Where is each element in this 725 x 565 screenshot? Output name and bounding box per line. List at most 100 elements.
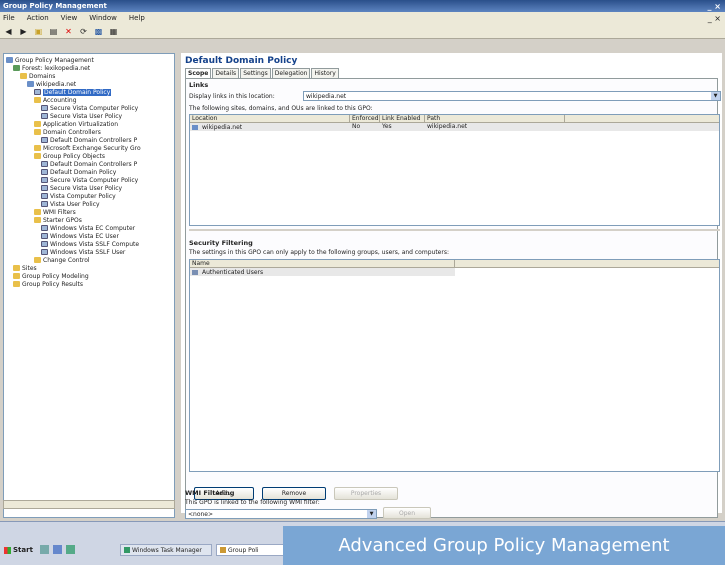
col-location[interactable]: Location	[190, 115, 350, 122]
tree-item[interactable]: Default Domain Controllers P	[4, 136, 174, 144]
tree-horizontal-scrollbar[interactable]	[3, 500, 175, 509]
tree-item[interactable]: Default Domain Controllers P	[4, 160, 174, 168]
properties-icon[interactable]: ▦	[108, 26, 119, 36]
folder-icon	[13, 273, 20, 279]
tree-item[interactable]: Windows Vista EC Computer	[4, 224, 174, 232]
tree-item-label: Vista User Policy	[50, 200, 100, 208]
tab-scope[interactable]: Scope	[185, 68, 212, 78]
wmi-heading: WMI Filtering	[185, 489, 235, 497]
col-path[interactable]: Path	[425, 115, 565, 122]
display-links-label: Display links in this location:	[189, 93, 275, 100]
gpm-task-label: Group Poli	[228, 546, 259, 554]
tree-item[interactable]: Forest: lexikopedia.net	[4, 64, 174, 72]
tree-item-label: Vista Computer Policy	[50, 192, 116, 200]
tree-item-label: Group Policy Results	[22, 280, 84, 288]
tree-item-label: Domain Controllers	[43, 128, 101, 136]
pane-splitter[interactable]	[189, 229, 720, 231]
tree-item[interactable]: Secure Vista User Policy	[4, 112, 174, 120]
folder-icon	[34, 121, 41, 127]
tree-item-label: Microsoft Exchange Security Gro	[43, 144, 141, 152]
gpo-icon	[41, 185, 48, 191]
back-icon[interactable]: ◀	[3, 26, 14, 36]
mdi-controls[interactable]: _ ×	[708, 14, 721, 23]
chevron-down-icon[interactable]: ▼	[367, 510, 376, 518]
task-manager-icon	[124, 547, 130, 553]
tree-item[interactable]: Windows Vista SSLF Compute	[4, 240, 174, 248]
security-table: Name Authenticated Users	[189, 259, 720, 472]
window-controls[interactable]: _ ×	[708, 2, 722, 11]
tree-item[interactable]: WMI Filters	[4, 208, 174, 216]
table-row[interactable]: wikipedia.net No Yes wikipedia.net	[190, 123, 719, 131]
tree-item[interactable]: Domain Controllers	[4, 128, 174, 136]
table-row[interactable]: Authenticated Users	[190, 268, 455, 276]
col-link-enabled[interactable]: Link Enabled	[380, 115, 425, 122]
tree-item[interactable]: Domains	[4, 72, 174, 80]
wmi-note: This GPO is linked to the following WMI …	[185, 499, 320, 506]
taskbar-item-task-manager[interactable]: Windows Task Manager	[120, 544, 212, 556]
delete-icon[interactable]: ✕	[63, 26, 74, 36]
links-note: The following sites, domains, and OUs ar…	[189, 105, 373, 112]
explorer-icon[interactable]	[53, 545, 62, 554]
browser-icon[interactable]	[66, 545, 75, 554]
tree-item-label: Application Virtualization	[43, 120, 119, 128]
menu-help[interactable]: Help	[129, 14, 145, 22]
security-note: The settings in this GPO can only apply …	[189, 249, 449, 256]
tree-item[interactable]: Accounting	[4, 96, 174, 104]
tree-item[interactable]: Secure Vista Computer Policy	[4, 104, 174, 112]
col-enforced[interactable]: Enforced	[350, 115, 380, 122]
chevron-down-icon[interactable]: ▼	[711, 92, 720, 100]
tree-item[interactable]: Default Domain Policy	[4, 88, 174, 96]
tree-item[interactable]: Group Policy Objects	[4, 152, 174, 160]
forward-icon[interactable]: ▶	[18, 26, 29, 36]
tree-item[interactable]: Vista Computer Policy	[4, 192, 174, 200]
tree-item-label: wikipedia.net	[36, 80, 77, 88]
tree-item-label: Starter GPOs	[43, 216, 82, 224]
tab-history[interactable]: History	[311, 68, 339, 78]
refresh-icon[interactable]: ⟳	[78, 26, 89, 36]
tree-item[interactable]: Windows Vista EC User	[4, 232, 174, 240]
tree-item[interactable]: Secure Vista Computer Policy	[4, 176, 174, 184]
taskbar-item-group-policy[interactable]: Group Poli	[216, 544, 286, 556]
gpo-icon	[41, 225, 48, 231]
tree-item-label: Default Domain Controllers P	[50, 160, 138, 168]
tree-item[interactable]: Microsoft Exchange Security Gro	[4, 144, 174, 152]
menu-action[interactable]: Action	[27, 14, 49, 22]
gpo-icon	[34, 89, 41, 95]
gpo-icon	[41, 105, 48, 111]
open-wmi-button[interactable]: Open	[383, 507, 431, 519]
tab-delegation[interactable]: Delegation	[271, 68, 311, 78]
tree-item[interactable]: Change Control	[4, 256, 174, 264]
gpo-icon	[41, 193, 48, 199]
tree-item-label: Group Policy Objects	[43, 152, 106, 160]
tree-item[interactable]: Group Policy Results	[4, 280, 174, 288]
menu-view[interactable]: View	[61, 14, 78, 22]
tree-item[interactable]: Group Policy Management	[4, 56, 174, 64]
menu-window[interactable]: Window	[89, 14, 117, 22]
security-table-header: Name	[190, 260, 719, 268]
menu-file[interactable]: File	[3, 14, 15, 22]
tab-settings[interactable]: Settings	[240, 68, 271, 78]
tree-item-label: Default Domain Controllers P	[50, 136, 138, 144]
show-desktop-icon[interactable]	[40, 545, 49, 554]
tree-item[interactable]: Windows Vista SSLF User	[4, 248, 174, 256]
up-folder-icon[interactable]: ▣	[33, 26, 44, 36]
start-button[interactable]: Start	[4, 544, 33, 556]
tree-item[interactable]: Default Domain Policy	[4, 168, 174, 176]
task-manager-label: Windows Task Manager	[132, 546, 202, 554]
gpo-icon	[41, 177, 48, 183]
tree-item[interactable]: wikipedia.net	[4, 80, 174, 88]
links-location-dropdown[interactable]: wikipedia.net ▼	[303, 91, 721, 101]
tree-item[interactable]: Application Virtualization	[4, 120, 174, 128]
security-heading: Security Filtering	[189, 239, 253, 247]
wmi-filter-dropdown[interactable]: <none> ▼	[185, 509, 377, 519]
tree-item[interactable]: Sites	[4, 264, 174, 272]
tree-item[interactable]: Group Policy Modeling	[4, 272, 174, 280]
tab-details[interactable]: Details	[212, 68, 240, 78]
help-icon[interactable]: ▩	[93, 26, 104, 36]
tree-item[interactable]: Vista User Policy	[4, 200, 174, 208]
tree-item[interactable]: Secure Vista User Policy	[4, 184, 174, 192]
show-tree-icon[interactable]: ▤	[48, 26, 59, 36]
users-icon	[192, 269, 198, 275]
col-name[interactable]: Name	[190, 260, 455, 267]
tree-item[interactable]: Starter GPOs	[4, 216, 174, 224]
